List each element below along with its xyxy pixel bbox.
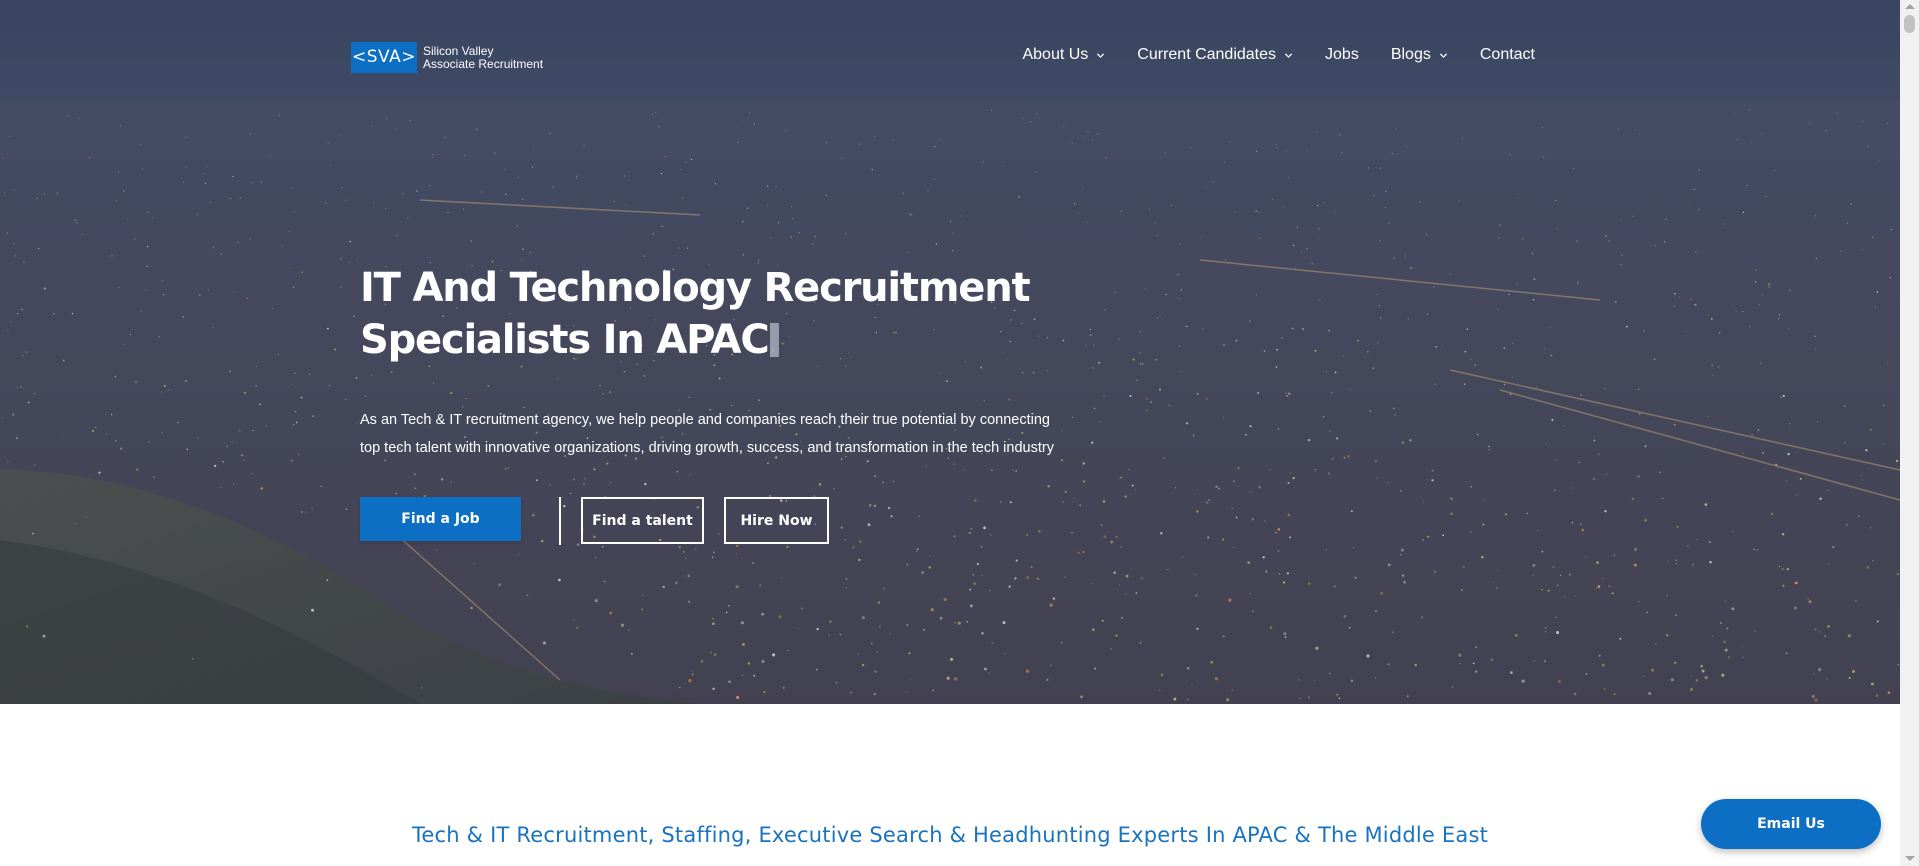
nav-item-blogs[interactable]: Blogs <box>1391 46 1448 64</box>
hero-title: IT And Technology Recruitment Specialist… <box>360 262 1120 366</box>
section-heading: Tech & IT Recruitment, Staffing, Executi… <box>411 823 1489 847</box>
main-nav: About Us Current Candidates Jobs Blogs C… <box>1022 46 1535 64</box>
button-divider <box>559 497 561 545</box>
nav-item-label: About Us <box>1022 46 1089 63</box>
email-us-button[interactable]: Email Us <box>1701 799 1881 849</box>
chevron-down-icon <box>1439 52 1447 58</box>
hero-title-line-2: Specialists In APAC <box>360 317 770 363</box>
chevron-down-icon <box>1097 52 1105 58</box>
nav-item-label: Blogs <box>1390 46 1431 63</box>
hero-title-line-1: IT And Technology Recruitment <box>360 265 1031 311</box>
site-logo[interactable]: <SVA> Silicon Valley Associate Recruitme… <box>351 42 543 73</box>
page: <SVA> Silicon Valley Associate Recruitme… <box>0 0 1919 866</box>
typing-cursor <box>770 323 780 357</box>
hero-section: <SVA> Silicon Valley Associate Recruitme… <box>0 0 1900 704</box>
nav-item-label: Contact <box>1479 46 1535 63</box>
nav-item-jobs[interactable]: Jobs <box>1325 46 1359 64</box>
chevron-down-icon <box>1284 52 1293 58</box>
hero-description: As an Tech & IT recruitment agency, we h… <box>360 406 1100 462</box>
scroll-down-arrow-icon[interactable] <box>1905 856 1915 861</box>
vertical-scrollbar[interactable] <box>1900 0 1919 866</box>
nav-item-label: Jobs <box>1325 46 1359 63</box>
hero-description-line-2: top tech talent with innovative organiza… <box>360 440 1054 456</box>
scroll-up-arrow-icon[interactable] <box>1905 4 1915 9</box>
find-talent-button[interactable]: Find a talent <box>581 497 704 544</box>
nav-item-label: Current Candidates <box>1137 46 1277 63</box>
scrollbar-thumb[interactable] <box>1904 15 1915 33</box>
site-header: <SVA> Silicon Valley Associate Recruitme… <box>0 0 1900 112</box>
logo-line-2: Associate Recruitment <box>423 56 544 71</box>
find-job-button[interactable]: Find a Job <box>360 497 521 541</box>
nav-item-current-candidates[interactable]: Current Candidates <box>1137 46 1293 64</box>
logo-wordmark: Silicon Valley Associate Recruitment <box>423 43 544 71</box>
nav-item-contact[interactable]: Contact <box>1480 46 1535 64</box>
hire-now-button[interactable]: Hire Now <box>724 497 829 544</box>
nav-item-about-us[interactable]: About Us <box>1022 46 1105 64</box>
hero-description-line-1: As an Tech & IT recruitment agency, we h… <box>360 412 1050 428</box>
logo-line-1: Silicon Valley <box>423 43 494 58</box>
logo-mark: <SVA> <box>351 42 417 73</box>
